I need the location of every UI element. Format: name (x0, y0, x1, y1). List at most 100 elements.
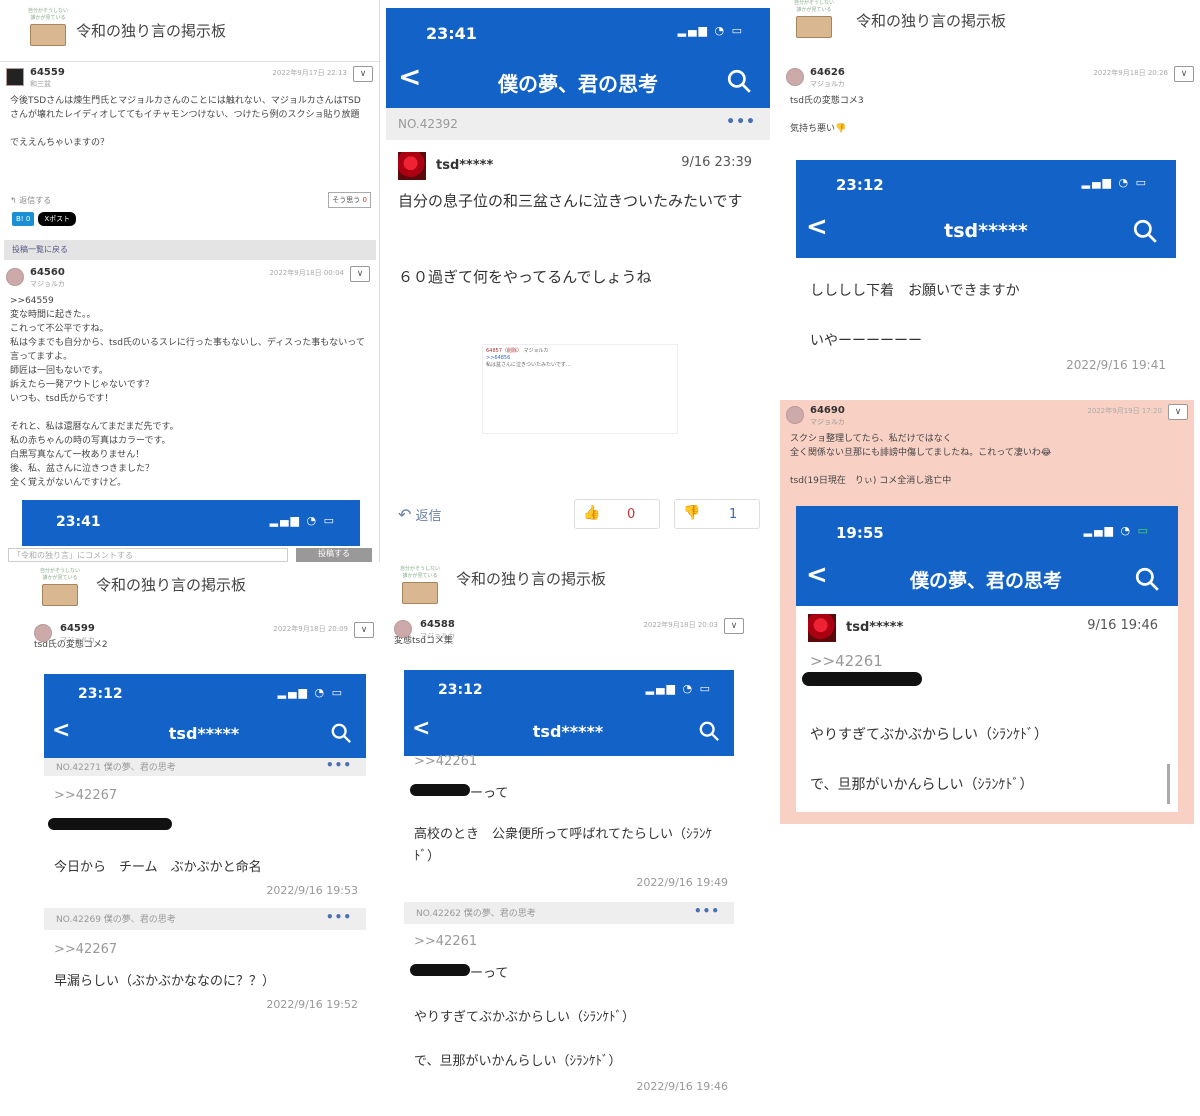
post-text: ーって (470, 786, 509, 801)
avatar (6, 68, 24, 86)
board-title: 令和の独り言の掲示板 (76, 22, 227, 40)
post-text: やりすぎてぶかぶからしい（ｼﾗﾝｹﾄﾞ） (414, 1010, 636, 1025)
board-logo: 自分がそうしない 誰かが見ている (30, 568, 90, 614)
avatar (6, 268, 24, 286)
quote-link[interactable]: >>42261 (414, 754, 477, 769)
more-options-icon[interactable]: ••• (726, 114, 756, 130)
back-to-list-link[interactable]: 投稿一覧に戻る (4, 240, 376, 260)
board-title: 令和の独り言の掲示板 (96, 576, 247, 594)
post-text: やりすぎてぶかぶからしい（ｼﾗﾝｹﾄﾞ） (810, 727, 1048, 743)
avatar (786, 68, 804, 86)
scrollbar[interactable] (1167, 764, 1170, 804)
post-menu-button[interactable]: ∨ (1168, 404, 1188, 420)
board-post: 64588 マジョルカ 2022年9月18日 20:03 ∨ 変態tsdコメ集 (390, 614, 750, 666)
back-arrow-icon[interactable]: < (412, 716, 430, 741)
x-post-button[interactable]: Xポスト (38, 212, 77, 226)
board-header: 自分がそうしない 誰かが見ている 令和の独り言の掲示板 (780, 0, 1200, 62)
board-post: 64559 和三盆 2022年9月17日 22:13 ∨ 今後TSDさんは煉生門… (0, 62, 379, 238)
quote-link[interactable]: >>42267 (54, 942, 117, 957)
reply-icon: ↰ (10, 196, 17, 205)
poster-name: 和三盆 (30, 80, 51, 88)
more-options-icon[interactable]: ••• (694, 904, 720, 918)
screenshot-app-1: 23:41 ▂▄▆ ◔ ▭ < 僕の夢、君の思考 NO.42392 ••• ts… (386, 8, 770, 538)
quote-link[interactable]: >>42261 (414, 934, 477, 949)
signal-wifi-battery-icon: ▂▄▆ ◔ ▭ (269, 514, 336, 527)
post-text: しししし下着 お願いできますか (810, 283, 1020, 299)
post-date: 2022/9/16 19:46 (636, 1080, 728, 1093)
search-icon[interactable] (1132, 218, 1158, 244)
thumbs-down-icon: 👎 (683, 505, 701, 521)
redaction-scribble (802, 672, 922, 686)
more-options-icon[interactable]: ••• (326, 758, 352, 772)
post-text: ６０過ぎて何をやってるんでしょうね (398, 268, 652, 286)
back-arrow-icon[interactable]: < (398, 60, 421, 93)
app-title: 僕の夢、君の思考 (498, 72, 658, 96)
reply-button[interactable]: ↶ 返信 (398, 505, 442, 524)
logo-sign-icon (42, 584, 78, 606)
post-date: 9/16 23:39 (681, 155, 752, 170)
redaction-scribble (48, 818, 172, 830)
status-time: 19:55 (836, 524, 884, 542)
thumbs-down-button[interactable]: 👎 1 (674, 499, 760, 529)
app-header: 23:12 ▂▄▆ ◔ ▭ < tsd***** (796, 160, 1176, 258)
app-header: 23:12 ▂▄▆ ◔ ▭ < tsd***** (44, 674, 366, 758)
quote-link[interactable]: >>42267 (54, 788, 117, 803)
logo-sign-icon (30, 24, 66, 46)
screenshot-board-1: 自分がそうしない 誰かが見ている 令和の独り言の掲示板 64559 和三盆 20… (0, 0, 380, 562)
post-menu-button[interactable]: ∨ (1174, 66, 1194, 82)
poster-name: マジョルカ (30, 280, 65, 288)
post-menu-button[interactable]: ∨ (350, 266, 370, 282)
hatena-bookmark-button[interactable]: B! 0 (12, 212, 35, 226)
embedded-app-screenshot: 19:55 ▂▄▆ ◔ ▭ < 僕の夢、君の思考 tsd***** 9/16 1… (796, 506, 1178, 812)
post-text: いやーーーーーー (810, 333, 922, 349)
post-text: で、旦那がいかんらしい（ｼﾗﾝｹﾄﾞ） (414, 1054, 622, 1069)
post-number-bar: NO.42271 僕の夢、君の思考 ••• (44, 758, 366, 776)
post-number: NO.42392 (398, 117, 458, 131)
back-arrow-icon[interactable]: < (806, 560, 828, 590)
signal-wifi-battery-icon: ▂▄▆ ◔ ▭ (645, 682, 712, 695)
user-avatar (808, 614, 836, 642)
comment-input[interactable]: 「令和の独り言」にコメントする (8, 548, 288, 562)
thumbs-up-button[interactable]: 👍 0 (574, 499, 660, 529)
poster-name: マジョルカ (810, 80, 845, 88)
app-status-bar: 23:41 ▂▄▆ ◔ ▭ (22, 500, 360, 546)
poster-name: マジョルカ (420, 632, 455, 640)
board-post: 64690 マジョルカ 2022年9月19日 17:20 ∨ スクショ整理してた… (780, 400, 1194, 500)
app-header: 19:55 ▂▄▆ ◔ ▭ < 僕の夢、君の思考 (796, 506, 1178, 606)
post-text: 高校のとき 公衆便所って呼ばれてたらしい（ｼﾗﾝｹﾄﾞ） (414, 827, 712, 864)
post-body: 今後TSDさんは煉生門氏とマジョルカさんのことには触れない、マジョルカさんはTS… (10, 96, 361, 148)
signal-wifi-battery-icon: ▂▄▆ ◔ ▭ (677, 24, 744, 37)
post-date: 9/16 19:46 (1087, 618, 1158, 633)
search-icon[interactable] (726, 68, 752, 94)
post-number-bar: NO.42392 ••• (386, 108, 770, 140)
quote-link[interactable]: >>42261 (810, 652, 883, 670)
post-menu-button[interactable]: ∨ (724, 618, 744, 634)
signal-wifi-battery-icon: ▂▄▆ ◔ ▭ (277, 686, 344, 699)
board-post: 64626 マジョルカ 2022年9月18日 20:26 ∨ tsd氏の変態コメ… (780, 62, 1200, 152)
signal-wifi-battery-icon: ▂▄▆ ◔ ▭ (1083, 524, 1150, 537)
post-menu-button[interactable]: ∨ (353, 66, 373, 82)
back-arrow-icon[interactable]: < (52, 718, 70, 743)
post-date: 2022/9/16 19:52 (266, 998, 358, 1011)
search-icon[interactable] (698, 720, 720, 742)
more-options-icon[interactable]: ••• (326, 910, 352, 924)
search-icon[interactable] (1134, 566, 1160, 592)
post-text: ーって (470, 966, 509, 981)
screenshot-board-2: 自分がそうしない 誰かが見ている 令和の独り言の掲示板 64626 マジョルカ … (780, 0, 1200, 396)
post-menu-button[interactable]: ∨ (354, 622, 374, 638)
board-post: 64599 マジョルカ 2022年9月18日 20:09 ∨ tsd氏の変態コメ… (30, 618, 380, 668)
post-date: 2022年9月18日 20:03 (643, 621, 718, 629)
screenshot-board-5: 自分がそうしない 誰かが見ている 令和の独り言の掲示板 64588 マジョルカ … (390, 562, 750, 1114)
back-arrow-icon[interactable]: < (806, 212, 828, 242)
status-time: 23:41 (426, 24, 477, 43)
board-title: 令和の独り言の掲示板 (856, 12, 1007, 30)
agree-button[interactable]: そう思う 0 (328, 192, 371, 208)
post-date: 2022年9月19日 17:20 (1087, 407, 1162, 415)
reply-link[interactable]: ↰ 返信する (10, 194, 51, 208)
screenshot-board-3: 64690 マジョルカ 2022年9月19日 17:20 ∨ スクショ整理してた… (780, 400, 1194, 824)
redaction-scribble (410, 784, 470, 796)
search-icon[interactable] (330, 722, 352, 744)
board-title: 令和の独り言の掲示板 (456, 570, 607, 588)
post-body: >>64559 変な時間に起きた。。 これって不公平ですね。 私は今までも自分か… (10, 296, 365, 488)
submit-comment-button[interactable]: 投稿する (296, 548, 372, 562)
